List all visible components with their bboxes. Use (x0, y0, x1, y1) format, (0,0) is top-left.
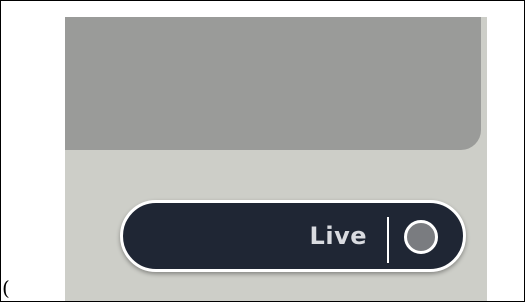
stray-paren: ( (2, 276, 10, 300)
display-screen (65, 17, 481, 150)
button-divider (387, 217, 389, 263)
status-led-icon (404, 220, 438, 254)
device-panel: Live (65, 17, 487, 301)
live-button[interactable]: Live (120, 200, 466, 272)
screenshot-frame: ( Live (0, 0, 525, 302)
live-button-label: Live (309, 222, 367, 250)
